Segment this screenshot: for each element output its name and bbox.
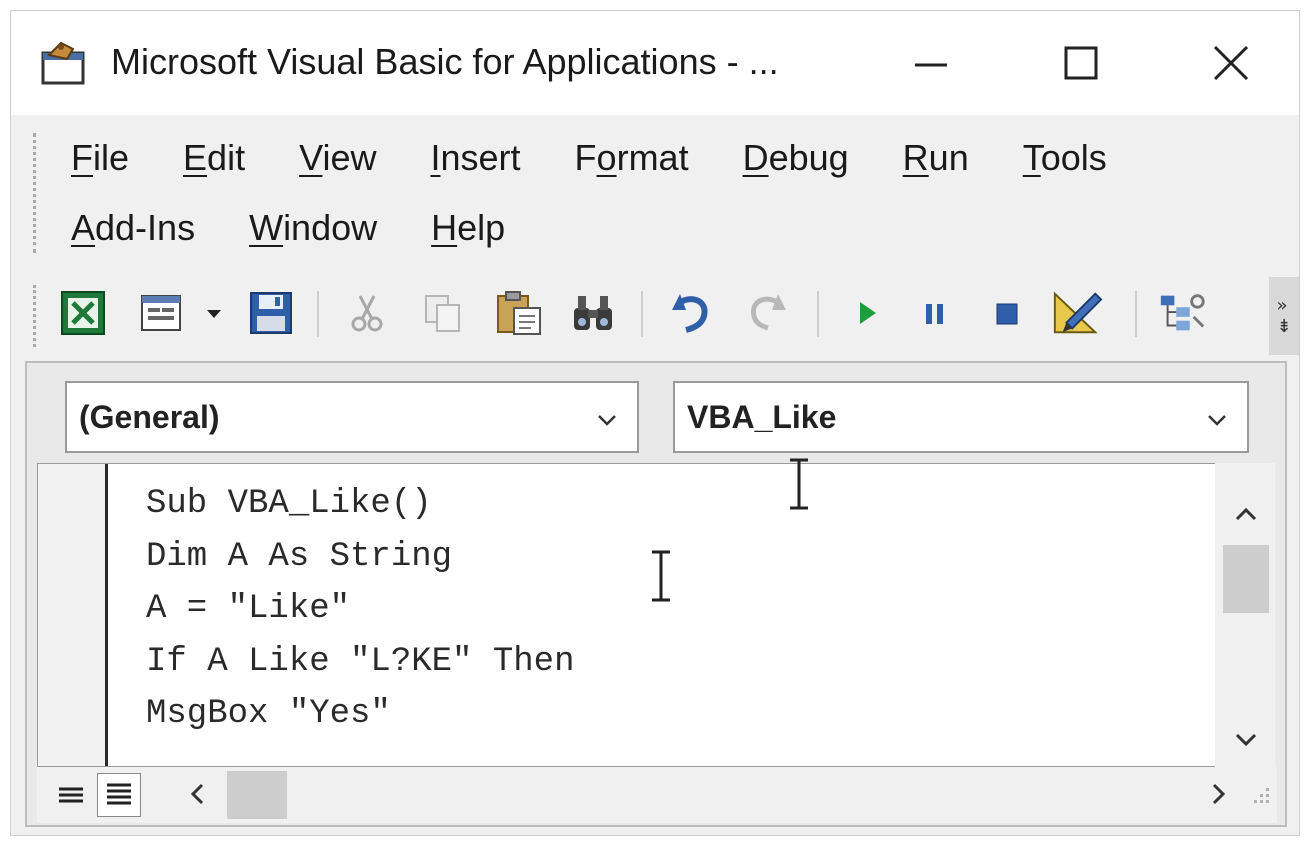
- object-combo-value: (General): [79, 398, 220, 435]
- dropdown-arrow-icon: [207, 310, 221, 318]
- menu-view[interactable]: View: [299, 137, 376, 179]
- redo-button[interactable]: [741, 287, 793, 339]
- horizontal-scroll-area: [37, 767, 1277, 823]
- scroll-right-button[interactable]: [1203, 779, 1233, 809]
- insert-userform-icon: [141, 295, 181, 331]
- code-line[interactable]: A = "Like": [146, 583, 574, 636]
- vertical-scroll-thumb[interactable]: [1223, 545, 1269, 613]
- minimize-button[interactable]: [891, 33, 971, 93]
- menu-insert[interactable]: Insert: [430, 137, 520, 179]
- project-explorer-button[interactable]: [1157, 287, 1209, 339]
- copy-icon: [425, 295, 460, 332]
- code-line[interactable]: MsgBox "Yes": [146, 688, 574, 741]
- standard-toolbar: » ⇟: [11, 269, 1299, 363]
- menu-window[interactable]: Window: [249, 207, 377, 249]
- copy-button[interactable]: [417, 287, 469, 339]
- menubar-grip[interactable]: [33, 133, 39, 253]
- save-icon: [250, 292, 292, 334]
- run-icon: [860, 302, 876, 324]
- minimize-icon: [915, 63, 947, 67]
- break-button[interactable]: [909, 287, 961, 339]
- full-module-view-button[interactable]: [97, 773, 141, 817]
- undo-button[interactable]: [665, 287, 717, 339]
- insert-userform-button[interactable]: [135, 287, 187, 339]
- text-cursor-icon: [646, 548, 676, 608]
- vertical-scrollbar[interactable]: [1215, 463, 1275, 767]
- close-icon: [1213, 45, 1249, 81]
- design-mode-button[interactable]: [1051, 287, 1103, 339]
- menu-debug[interactable]: Debug: [743, 137, 849, 179]
- toolbar-overflow-button[interactable]: » ⇟: [1269, 277, 1299, 355]
- menu-row-1: File Edit View Insert Format Debug Run Tools: [71, 137, 1161, 179]
- procedure-combo[interactable]: VBA_Like: [673, 381, 1249, 453]
- view-excel-button[interactable]: [57, 287, 109, 339]
- reset-icon: [996, 303, 1018, 325]
- cut-icon: [351, 295, 383, 332]
- code-lines: Sub VBA_Like() Dim A As String A = "Like" I…: [146, 478, 574, 741]
- chevron-down-icon: [1203, 405, 1231, 442]
- toolbar-separator: [817, 291, 819, 337]
- toolbar-options-icon: » ⇟: [1276, 295, 1292, 337]
- menu-run[interactable]: Run: [903, 137, 969, 179]
- paste-button[interactable]: [493, 287, 545, 339]
- procedure-view-icon: [59, 787, 83, 803]
- object-combo[interactable]: (General): [65, 381, 639, 453]
- title-bar: Microsoft Visual Basic for Applications …: [11, 11, 1299, 115]
- full-module-view-icon: [107, 783, 131, 805]
- code-line[interactable]: Sub VBA_Like(): [146, 478, 574, 531]
- toolbar-separator: [1135, 291, 1137, 337]
- margin-indicator-bar[interactable]: [38, 464, 108, 766]
- chevron-right-icon: [1212, 783, 1226, 805]
- procedure-view-button[interactable]: [51, 773, 95, 817]
- horizontal-scroll-thumb[interactable]: [227, 771, 287, 819]
- toolbar-separator: [317, 291, 319, 337]
- menu-format[interactable]: Format: [575, 137, 689, 179]
- maximize-button[interactable]: [1041, 33, 1121, 93]
- menu-tools[interactable]: Tools: [1023, 137, 1107, 179]
- toolbar-separator: [641, 291, 643, 337]
- redo-icon: [750, 294, 786, 331]
- menu-add-ins[interactable]: Add-Ins: [71, 207, 195, 249]
- view-excel-icon: [61, 291, 105, 335]
- break-icon: [926, 304, 943, 324]
- close-button[interactable]: [1191, 33, 1271, 93]
- vba-app-icon[interactable]: [39, 39, 91, 87]
- code-line[interactable]: If A Like "L?KE" Then: [146, 636, 574, 689]
- run-button[interactable]: [841, 287, 893, 339]
- design-mode-icon: [1053, 291, 1103, 334]
- scroll-down-button[interactable]: [1229, 725, 1263, 755]
- resize-grip-icon[interactable]: [1245, 779, 1275, 809]
- userform-dropdown-button[interactable]: [199, 287, 229, 339]
- save-button[interactable]: [245, 287, 297, 339]
- find-icon: [574, 296, 612, 330]
- code-window: (General) VBA_Like Sub VBA_Like() Dim A A…: [25, 361, 1287, 827]
- menu-help[interactable]: Help: [431, 207, 505, 249]
- procedure-combo-value: VBA_Like: [687, 398, 837, 435]
- menu-file[interactable]: File: [71, 137, 129, 179]
- scroll-up-button[interactable]: [1229, 499, 1263, 529]
- vba-editor-window: Microsoft Visual Basic for Applications …: [10, 10, 1300, 836]
- toolbar-grip[interactable]: [33, 285, 39, 347]
- cut-button[interactable]: [341, 287, 393, 339]
- find-button[interactable]: [567, 287, 619, 339]
- paste-icon: [497, 291, 541, 335]
- maximize-icon: [1064, 46, 1098, 80]
- text-cursor-icon: [784, 456, 814, 516]
- code-editor[interactable]: Sub VBA_Like() Dim A As String A = "Like" I…: [37, 458, 1253, 767]
- code-line[interactable]: Dim A As String: [146, 531, 574, 584]
- chevron-down-icon: [593, 405, 621, 442]
- reset-button[interactable]: [981, 287, 1033, 339]
- project-explorer-icon: [1160, 294, 1205, 331]
- menu-bar: File Edit View Insert Format Debug Run Tools Ad…: [11, 115, 1299, 269]
- scroll-left-button[interactable]: [183, 779, 213, 809]
- menu-row-2: Add-Ins Window Help: [71, 207, 559, 249]
- window-title: Microsoft Visual Basic for Applications …: [111, 41, 779, 82]
- chevron-left-icon: [190, 783, 204, 805]
- chevron-down-icon: [1235, 733, 1257, 747]
- menu-edit[interactable]: Edit: [183, 137, 245, 179]
- undo-icon: [672, 294, 708, 333]
- chevron-up-icon: [1235, 507, 1257, 521]
